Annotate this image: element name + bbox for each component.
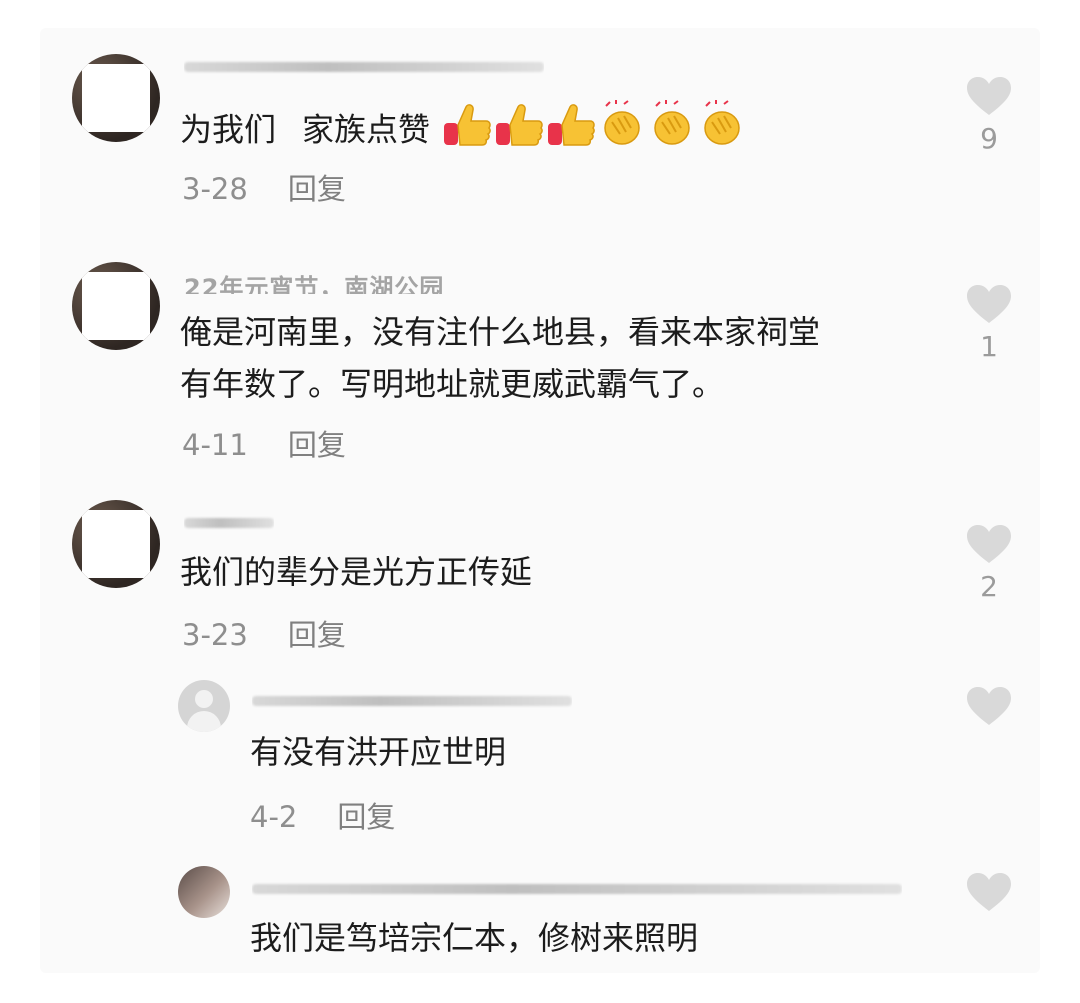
avatar[interactable] xyxy=(72,262,160,350)
avatar-redaction xyxy=(82,272,150,340)
reply-button[interactable]: 回复 xyxy=(337,800,395,834)
author-name: 22年元宵节，南湖公园 xyxy=(184,274,445,294)
thumbs-up-icon xyxy=(494,101,544,162)
comment-text-line: 有年数了。写明地址就更威武霸气了。 xyxy=(180,365,725,403)
reply-button[interactable]: 回复 xyxy=(288,428,346,462)
reply-meta: 4-2 回复 xyxy=(250,794,395,836)
author-name-redacted xyxy=(252,696,572,706)
comment-text-line: 我们的辈分是光方正传延 xyxy=(180,553,533,591)
like-button[interactable]: 2 xyxy=(963,524,1015,603)
author-name-redacted xyxy=(184,518,274,528)
like-button[interactable]: 9 xyxy=(963,76,1015,155)
heart-icon xyxy=(967,687,1011,725)
clapping-hands-icon xyxy=(698,100,746,163)
reply-text-line: 有没有洪开应世明 xyxy=(250,733,507,771)
comment-author[interactable]: 22年元宵节，南湖公园 xyxy=(184,268,444,294)
author-name-redacted xyxy=(252,884,902,894)
comment-date: 3-23 xyxy=(182,618,248,652)
comment-text: 为我们 家族点赞 xyxy=(180,100,746,163)
avatar-redaction xyxy=(82,510,150,578)
author-name-redacted xyxy=(184,62,544,72)
avatar[interactable] xyxy=(72,54,160,142)
thumbs-up-icon xyxy=(442,101,492,162)
clapping-hands-icon xyxy=(598,100,646,163)
avatar[interactable] xyxy=(178,866,230,918)
like-button[interactable] xyxy=(963,686,1015,726)
reply-author[interactable] xyxy=(252,684,572,710)
like-button[interactable]: 1 xyxy=(963,284,1015,363)
heart-icon xyxy=(967,285,1011,323)
comment-meta: 4-11 回复 xyxy=(182,422,346,464)
comment-meta: 3-23 回复 xyxy=(182,612,346,654)
like-button[interactable] xyxy=(963,872,1015,912)
avatar[interactable] xyxy=(178,680,230,732)
like-count: 1 xyxy=(980,330,998,363)
like-count: 9 xyxy=(980,122,998,155)
comment-meta: 3-28 回复 xyxy=(182,166,346,208)
comment-author[interactable] xyxy=(184,50,544,76)
reply-text: 有没有洪开应世明 xyxy=(250,726,506,778)
heart-icon xyxy=(967,77,1011,115)
reply-text-line: 我们是笃培宗仁本，修树来照明 xyxy=(250,919,699,957)
comment-author[interactable] xyxy=(184,506,274,532)
clapping-hands-icon xyxy=(648,100,696,163)
comment-text: 俺是河南里，没有注什么地县，看来本家祠堂 有年数了。写明地址就更威武霸气了。 xyxy=(180,306,820,410)
default-avatar-head xyxy=(195,690,213,708)
comment-text-part: 为我们 xyxy=(180,110,277,149)
comment-text: 我们的辈分是光方正传延 xyxy=(180,546,532,598)
comment-date: 4-11 xyxy=(182,428,248,462)
reply-text: 我们是笃培宗仁本，修树来照明 xyxy=(250,912,698,964)
default-avatar-body xyxy=(187,711,221,732)
comment-text-line: 俺是河南里，没有注什么地县，看来本家祠堂 xyxy=(180,313,821,351)
heart-icon xyxy=(967,873,1011,911)
comment-text-part: 家族点赞 xyxy=(302,110,431,149)
thumbs-up-icon xyxy=(546,101,596,162)
avatar-redaction xyxy=(82,64,150,132)
comment-date: 3-28 xyxy=(182,172,248,206)
reply-button[interactable]: 回复 xyxy=(288,618,346,652)
heart-icon xyxy=(967,525,1011,563)
reply-author[interactable] xyxy=(252,872,902,898)
like-count: 2 xyxy=(980,570,998,603)
reply-button[interactable]: 回复 xyxy=(288,172,346,206)
reply-date: 4-2 xyxy=(250,800,298,834)
avatar[interactable] xyxy=(72,500,160,588)
